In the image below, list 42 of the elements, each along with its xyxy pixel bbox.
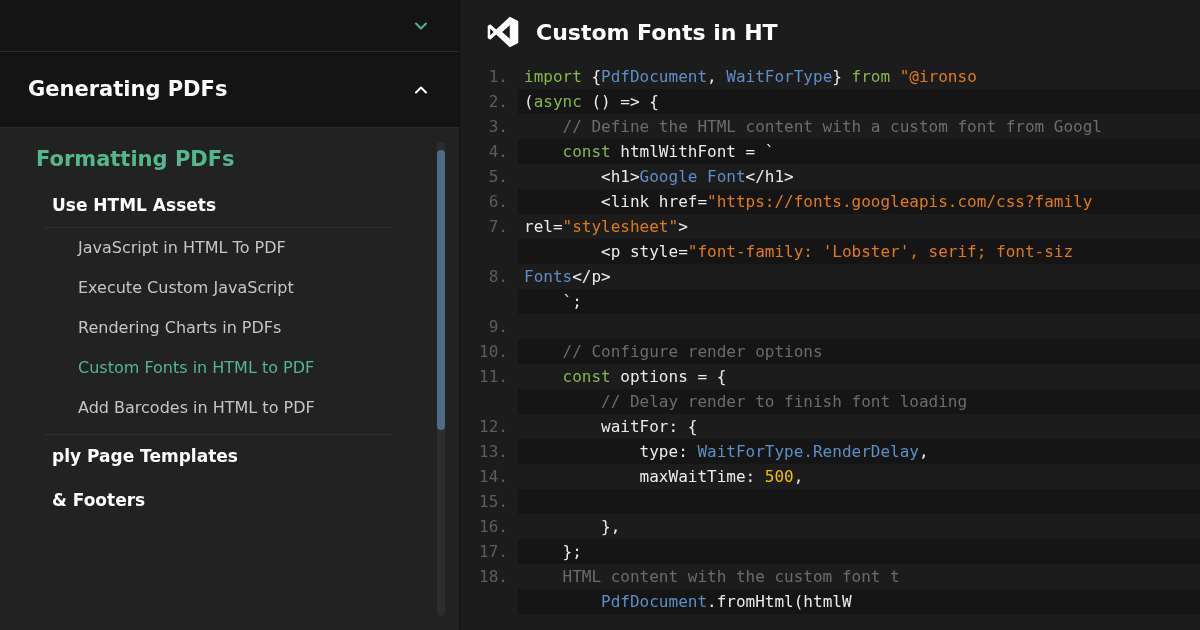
scrollbar-thumb[interactable] [437, 150, 445, 430]
code-line: maxWaitTime: 500, [638, 465, 805, 488]
code-line: import {PdfDocument, WaitForType} from "@ironso [523, 65, 978, 88]
section-header[interactable] [0, 0, 459, 52]
code-line: waitFor: { [600, 415, 699, 438]
line-number: 16. [479, 515, 508, 538]
line-number: 10. [479, 340, 508, 363]
nav-link[interactable]: Execute Custom JavaScript [0, 268, 437, 308]
line-number: 4. [488, 140, 508, 163]
line-number: 18. [479, 565, 508, 588]
line-number: 8. [488, 265, 508, 288]
nav-link[interactable]: Add Barcodes in HTML to PDF [0, 388, 437, 428]
nav-section-link[interactable]: Use HTML Assets [0, 183, 437, 227]
nav-section-link[interactable]: ply Page Templates [0, 435, 437, 479]
line-number: 17. [479, 540, 508, 563]
line-number: 12. [479, 415, 508, 438]
line-number: 3. [488, 115, 508, 138]
editor-title: Custom Fonts in HT [536, 18, 778, 47]
code-line: }, [600, 515, 622, 538]
section-header[interactable]: Generating PDFs [0, 52, 459, 128]
line-number: 9. [488, 315, 508, 338]
code-line: const options = { [561, 365, 728, 388]
line-number: 13. [479, 440, 508, 463]
line-number: 15. [479, 490, 508, 513]
code-line: // Define the HTML content with a custom font from Googl [561, 115, 1103, 138]
line-number: 2. [488, 90, 508, 113]
line-number: 7. [488, 215, 508, 238]
nav-link[interactable]: JavaScript in HTML To PDF [0, 228, 437, 268]
line-number: 14. [479, 465, 508, 488]
nav-link[interactable]: Custom Fonts in HTML to PDF [0, 348, 437, 388]
nav-category-link[interactable]: Formatting PDFs [0, 128, 437, 184]
nav-section-link[interactable]: & Footers [0, 478, 437, 522]
line-number: 5. [488, 165, 508, 188]
nav-link[interactable]: Rendering Charts in PDFs [0, 308, 437, 348]
logo-icon [486, 15, 520, 49]
code-line: <h1>Google Font</h1> [600, 165, 795, 188]
line-number: 11. [479, 365, 508, 388]
code-line: HTML content with the custom font t [561, 565, 901, 588]
line-number: 6. [488, 190, 508, 213]
code-line: Fonts</p> [523, 265, 612, 288]
line-number: 1. [488, 65, 508, 88]
code-line: rel="stylesheet"> [523, 215, 689, 238]
